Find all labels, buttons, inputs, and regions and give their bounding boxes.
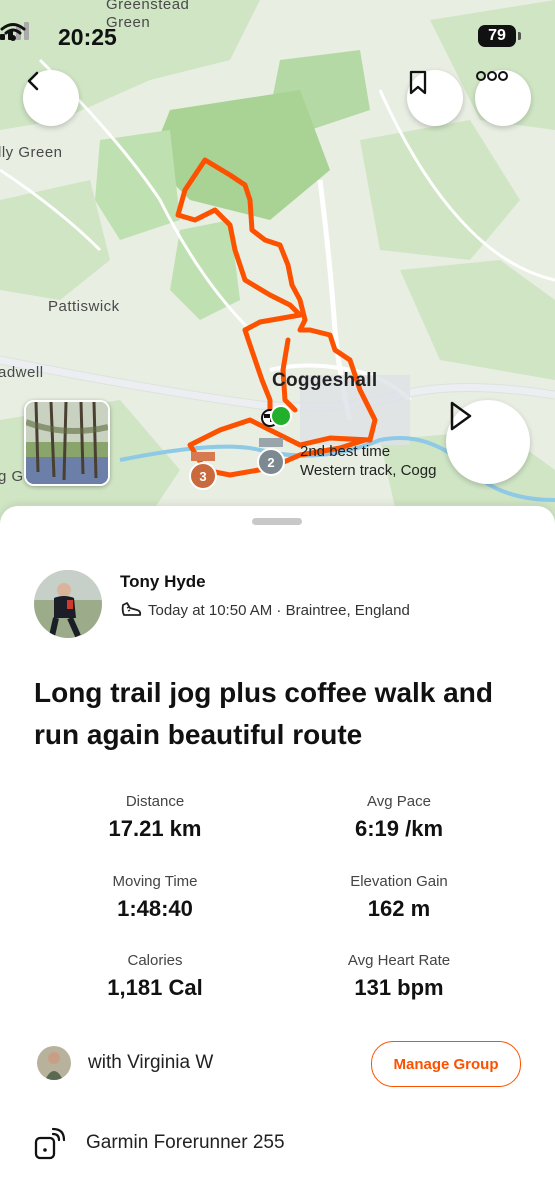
battery-nub [518, 32, 521, 40]
place-lly-green: lly Green [0, 144, 63, 161]
back-button[interactable] [23, 70, 79, 126]
stat-value: 162 m [367, 896, 431, 921]
stat-value: 17.21 km [108, 816, 202, 841]
medal-3-icon[interactable]: 3 [188, 452, 218, 492]
activity-photo-thumbnail[interactable] [24, 400, 110, 486]
play-icon [450, 401, 472, 431]
stat-avg-pace: Avg Pace 6:19 /km [299, 793, 499, 842]
activity-date-location: Today at 10:50 AM · Braintree, England [148, 601, 410, 619]
stat-moving-time: Moving Time 1:48:40 [55, 873, 255, 922]
sheet-grabber[interactable] [252, 518, 302, 525]
route-map[interactable]: Greenstead Green lly Green Pattiswick ad… [0, 0, 555, 530]
stat-label: Moving Time [112, 873, 198, 890]
stat-distance: Distance 17.21 km [55, 793, 255, 842]
stat-label: Avg Pace [367, 793, 431, 810]
segment-name: Western track, Cogg [300, 462, 437, 479]
status-time: 20:25 [58, 24, 117, 50]
stat-value: 1:48:40 [117, 896, 193, 921]
stat-value: 131 bpm [354, 975, 444, 1000]
place-adwell: adwell [0, 364, 44, 381]
device-name[interactable]: Garmin Forerunner 255 [86, 1132, 285, 1154]
device-watch-icon [34, 1127, 66, 1160]
activity-sheet: Tony Hyde Today at 10:50 AM · Braintree,… [0, 506, 555, 1200]
stat-label: Elevation Gain [350, 873, 448, 890]
place-g-g: g G [0, 468, 24, 485]
manage-group-button[interactable]: Manage Group [371, 1041, 521, 1087]
group-member-avatar[interactable] [37, 1046, 71, 1080]
battery-indicator: 79 [478, 25, 516, 47]
chevron-left-icon [27, 71, 39, 91]
stat-elevation-gain: Elevation Gain 162 m [299, 873, 499, 922]
more-button[interactable] [475, 70, 531, 126]
stat-value: 6:19 /km [354, 816, 444, 841]
more-icon [476, 71, 508, 81]
group-with-label[interactable]: with Virginia W [88, 1052, 213, 1074]
medal-3-label: 3 [199, 469, 206, 484]
bookmark-icon [409, 70, 427, 95]
stat-label: Calories [127, 952, 183, 969]
status-bar: 20:25 79 [0, 22, 555, 54]
segment-label[interactable]: 2nd best time Western track, Cogg [300, 442, 436, 480]
athlete-name[interactable]: Tony Hyde [120, 572, 206, 592]
wifi-icon [0, 23, 26, 41]
stat-label: Distance [125, 793, 185, 810]
stat-label: Avg Heart Rate [347, 952, 451, 969]
running-shoe-icon [121, 602, 142, 616]
stat-avg-heart-rate: Avg Heart Rate 131 bpm [299, 952, 499, 1001]
place-pattiswick: Pattiswick [48, 298, 120, 315]
bookmark-button[interactable] [407, 70, 463, 126]
place-coggeshall: Coggeshall [272, 370, 378, 391]
activity-title: Long trail jog plus coffee walk and run … [34, 677, 493, 750]
medal-2-icon[interactable]: 2 [256, 438, 286, 478]
athlete-avatar[interactable] [34, 570, 102, 638]
play-flyover-button[interactable] [446, 400, 530, 484]
stat-value: 1,181 Cal [107, 975, 203, 1000]
stat-calories: Calories 1,181 Cal [55, 952, 255, 1001]
segment-rank: 2nd best time [300, 443, 391, 460]
activity-meta: Today at 10:50 AM · Braintree, England [120, 601, 410, 619]
medal-2-label: 2 [267, 455, 274, 470]
